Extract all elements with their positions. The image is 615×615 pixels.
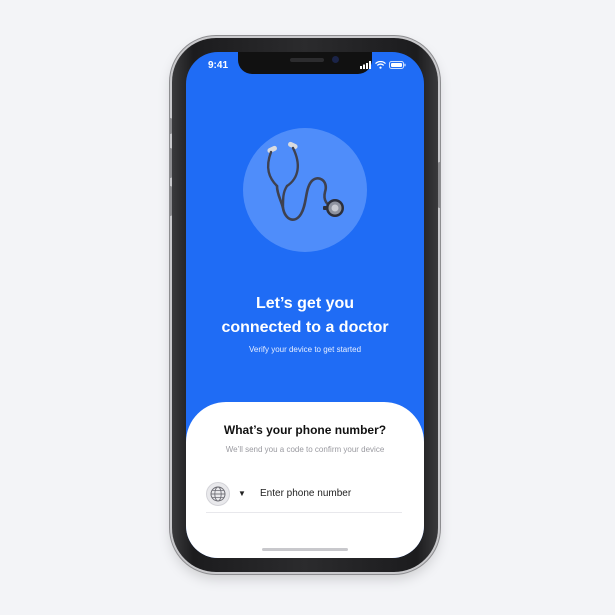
wifi-icon bbox=[375, 61, 386, 69]
power-button bbox=[438, 162, 441, 208]
phone-frame: 9:41 Let’s get you connected to a doctor… bbox=[169, 38, 441, 572]
mockup-stage: 9:41 Let’s get you connected to a doctor… bbox=[0, 0, 615, 615]
stethoscope-icon bbox=[266, 141, 344, 221]
sheet-title: What’s your phone number? bbox=[223, 423, 387, 437]
hero-subtitle: Verify your device to get started bbox=[248, 345, 362, 354]
phone-screen: 9:41 Let’s get you connected to a doctor… bbox=[186, 52, 424, 558]
mute-switch bbox=[169, 118, 172, 134]
battery-icon bbox=[389, 61, 406, 69]
phone-number-sheet: What’s your phone number? We’ll send you… bbox=[186, 402, 424, 558]
status-icons bbox=[360, 61, 406, 69]
headline-line-2: connected to a doctor bbox=[221, 319, 389, 336]
headline-line-1: Let’s get you bbox=[255, 295, 355, 312]
signal-icon bbox=[360, 61, 371, 69]
globe-icon bbox=[206, 482, 230, 506]
status-time: 9:41 bbox=[208, 60, 229, 71]
volume-up-button bbox=[169, 148, 172, 178]
sheet-subtitle: We’ll send you a code to confirm your de… bbox=[225, 445, 385, 454]
volume-down-button bbox=[169, 186, 172, 216]
phone-number-input[interactable] bbox=[260, 484, 400, 502]
hero-illustration bbox=[243, 128, 367, 252]
country-code-selector[interactable]: ▼ bbox=[206, 482, 250, 506]
phone-input-row: ▼ bbox=[206, 482, 402, 513]
status-bar: 9:41 bbox=[186, 52, 424, 78]
chevron-down-icon: ▼ bbox=[238, 489, 246, 498]
home-indicator bbox=[262, 548, 348, 551]
